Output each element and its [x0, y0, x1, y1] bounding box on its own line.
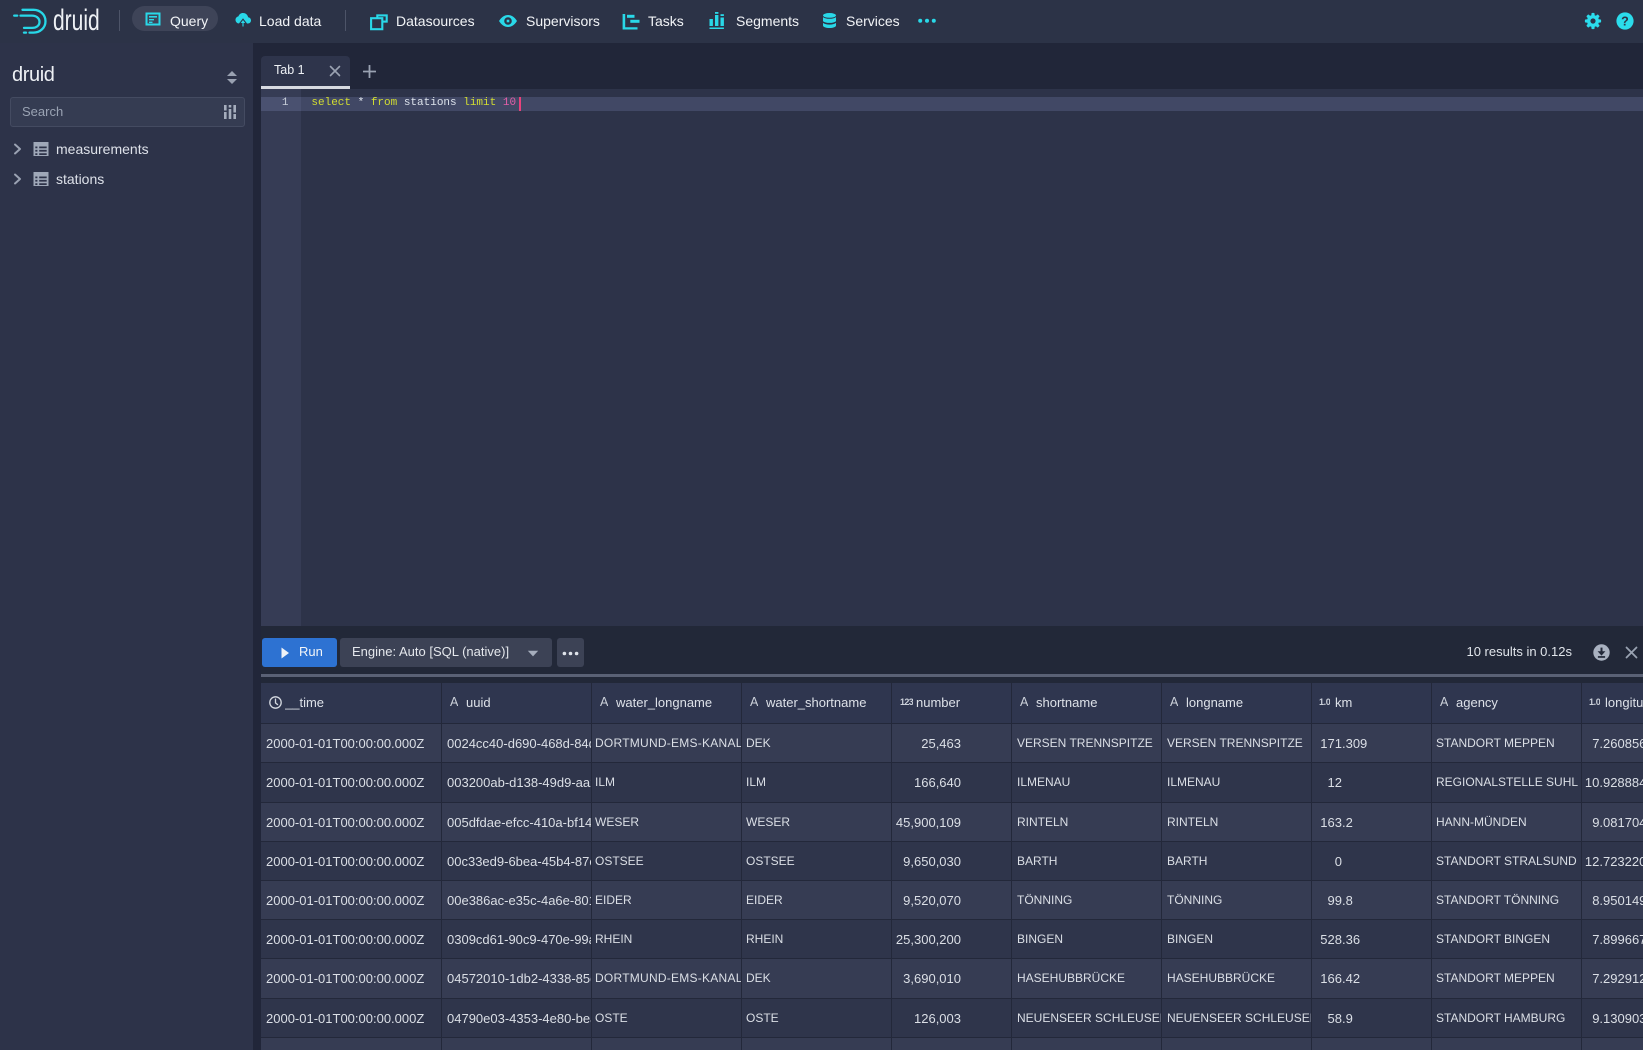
svg-text:?: ? — [1621, 14, 1629, 28]
